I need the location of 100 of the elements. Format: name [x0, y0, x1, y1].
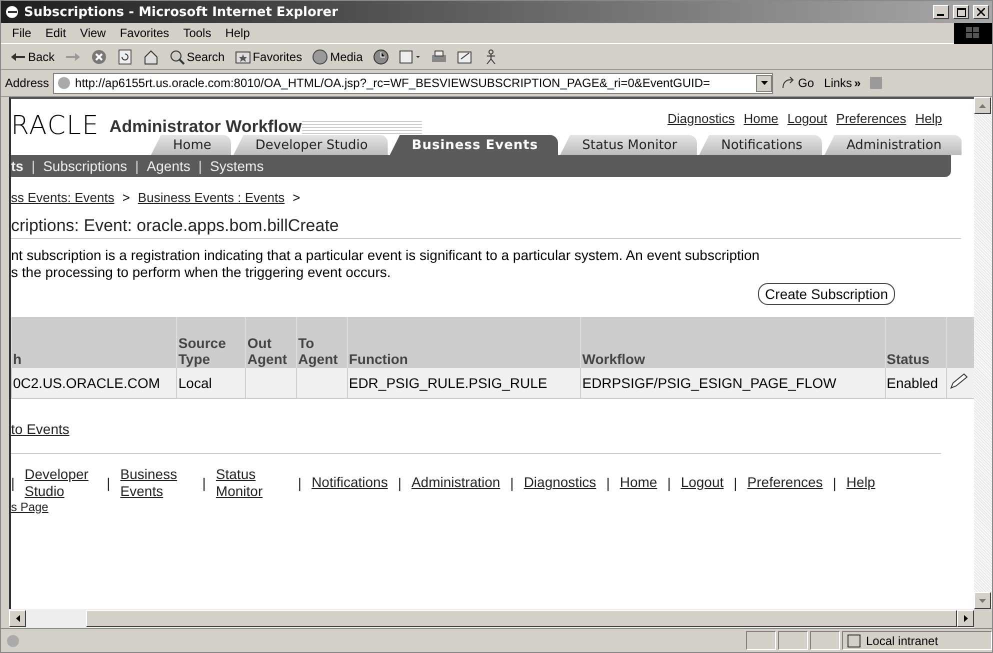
footer-link[interactable]: Diagnostics — [524, 474, 596, 491]
subtab-link[interactable]: Subscriptions — [43, 158, 128, 174]
menu-item[interactable]: Help — [218, 26, 257, 40]
footer-link[interactable]: Help — [846, 474, 876, 491]
scroll-thumb[interactable] — [86, 610, 957, 627]
table-cell: Enabled — [885, 367, 946, 398]
globe-icon — [312, 48, 328, 64]
separator: | — [398, 474, 402, 490]
footer-link[interactable]: Home — [620, 474, 658, 491]
separator: | — [832, 474, 836, 490]
footer-link[interactable]: Business Events — [120, 466, 192, 500]
footer-link[interactable]: Administration — [411, 474, 500, 491]
vertical-scrollbar[interactable] — [974, 97, 992, 609]
maximize-button[interactable] — [953, 5, 969, 19]
column-header: Function — [347, 317, 581, 367]
menu-item[interactable]: Tools — [176, 26, 218, 40]
nav-tab[interactable]: Administration — [824, 135, 962, 155]
go-button[interactable]: Go — [777, 75, 818, 91]
subtab-link[interactable]: Systems — [210, 158, 264, 174]
menu-item[interactable]: Edit — [38, 26, 74, 40]
down-arrow-icon — [979, 598, 986, 602]
global-link[interactable]: Home — [744, 111, 778, 126]
close-button[interactable] — [973, 5, 989, 19]
logo: RACLE — [11, 111, 100, 141]
separator: | — [31, 158, 36, 174]
zone-label: Local intranet — [866, 634, 938, 648]
scroll-down-button[interactable] — [974, 592, 991, 609]
status-pane — [746, 631, 776, 650]
nav-tab[interactable]: Home — [151, 135, 232, 155]
footer-link[interactable]: s Page — [11, 500, 974, 514]
column-header: Workflow — [580, 317, 886, 367]
up-arrow-icon — [979, 104, 986, 108]
home-icon — [142, 48, 159, 64]
toolbar-button[interactable]: Search — [166, 48, 228, 64]
menu-item[interactable]: Favorites — [112, 26, 176, 40]
address-label: Address — [5, 76, 50, 90]
footer-link[interactable]: Notifications — [312, 474, 388, 491]
address-field[interactable]: http://ap6155rt.us.oracle.com:8010/OA_HTML/OA.jsp?_rc=WF_BESVIEWSUBSCRIPTION_PAGE&_ri=0&EventGUID= — [53, 72, 774, 94]
scroll-left-button[interactable] — [9, 610, 26, 627]
scroll-up-button[interactable] — [974, 97, 991, 114]
nav-tab[interactable]: Notifications — [699, 135, 822, 155]
footer-link[interactable]: Preferences — [747, 474, 823, 491]
pencil-icon — [948, 373, 970, 389]
column-header: h — [12, 317, 177, 367]
footer-link[interactable]: Status Monitor — [216, 466, 288, 500]
separator: | — [734, 474, 738, 490]
minimize-button[interactable] — [933, 5, 949, 19]
menu-item[interactable]: View — [73, 26, 113, 40]
breadcrumb-link[interactable]: ss Events: Events — [11, 190, 114, 205]
maximize-icon — [956, 8, 966, 16]
nav-tab[interactable]: Status Monitor — [560, 135, 698, 155]
create-subscription-button[interactable]: Create Subscription — [758, 283, 895, 305]
separator: | — [202, 474, 206, 490]
menu-item[interactable]: File — [5, 26, 38, 40]
scroll-right-button[interactable] — [957, 610, 974, 627]
subtab-link[interactable]: ts — [11, 158, 24, 174]
status-pane — [778, 631, 808, 650]
table-cell — [246, 367, 297, 398]
table-cell: EDR_PSIG_RULE.PSIG_RULE — [347, 367, 581, 398]
refresh-icon — [116, 48, 133, 64]
global-link[interactable]: Preferences — [836, 111, 906, 126]
toolbar-button[interactable]: Favorites — [232, 48, 306, 64]
separator: | — [606, 474, 610, 490]
toolbar-button[interactable]: Back — [7, 48, 58, 64]
window-title: Subscriptions - Microsoft Internet Explorer — [24, 4, 340, 20]
arrow-icon — [780, 75, 796, 91]
footer-link[interactable]: Developer Studio — [24, 466, 97, 500]
left-arrow-icon — [16, 615, 20, 622]
breadcrumb-separator: > — [122, 190, 130, 205]
column-header: To Agent — [296, 317, 348, 367]
separator: | — [198, 158, 202, 174]
subtab-link[interactable]: Agents — [146, 158, 190, 174]
separator: | — [510, 474, 514, 490]
nav-tab[interactable]: Developer Studio — [233, 135, 388, 155]
dropdown-button[interactable] — [756, 74, 772, 92]
return-link[interactable]: to Events — [11, 420, 70, 436]
nav-tab[interactable]: Business Events — [390, 135, 558, 155]
windows-logo-icon — [954, 22, 992, 44]
footer-link[interactable]: Logout — [680, 474, 724, 491]
right-arrow-icon — [964, 615, 968, 622]
toolbar-button[interactable]: Media — [309, 48, 366, 64]
stripes-icon — [302, 121, 422, 135]
stop-icon — [90, 48, 107, 64]
column-header: Out Agent — [246, 317, 297, 367]
page-heading: criptions: Event: oracle.apps.bom.billCreate — [11, 216, 961, 239]
global-link[interactable]: Diagnostics — [668, 111, 735, 126]
separator: | — [298, 474, 302, 490]
table-cell: Local — [176, 367, 246, 398]
separator: | — [135, 158, 139, 174]
horizontal-scrollbar[interactable] — [9, 609, 974, 628]
global-link[interactable]: Help — [915, 111, 942, 126]
separator: | — [106, 474, 110, 490]
search-icon — [168, 48, 185, 64]
column-header: Source Type — [176, 317, 246, 367]
links-button[interactable]: Links » — [821, 76, 864, 90]
breadcrumb-link[interactable]: Business Events : Events — [138, 190, 285, 205]
global-link[interactable]: Logout — [787, 111, 828, 126]
status-pane — [810, 631, 840, 650]
breadcrumb-separator: > — [292, 190, 300, 205]
app-title: Administrator Workflow — [109, 117, 302, 137]
